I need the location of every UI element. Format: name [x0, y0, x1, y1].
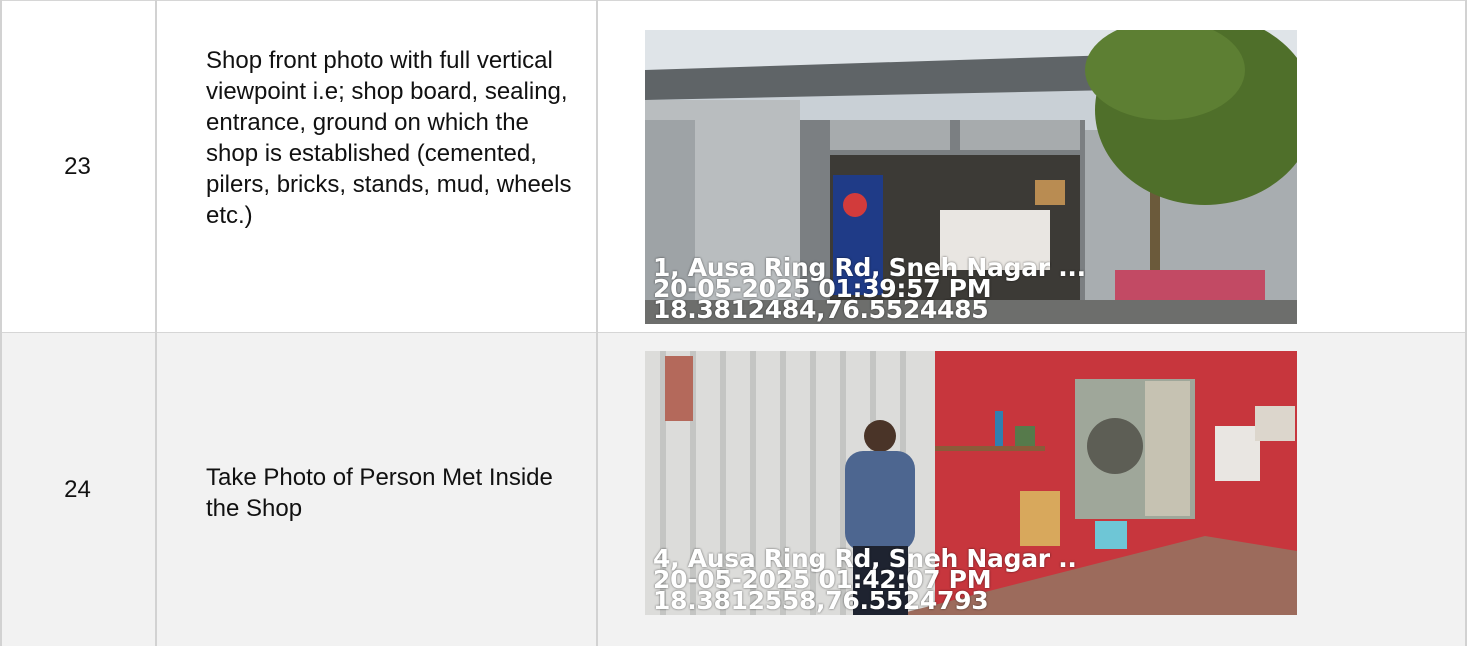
- photo-stamp: 1, Ausa Ring Rd, Sneh Nagar ... 20-05-20…: [653, 255, 1086, 324]
- table-border: [155, 0, 157, 646]
- row-description: Shop front photo with full vertical view…: [206, 47, 572, 229]
- table-row: 24 Take Photo of Person Met Inside the S…: [0, 332, 1467, 646]
- photo-coordinates: 18.3812484,76.5524485: [653, 295, 989, 324]
- photo-table: 23 Shop front photo with full vertical v…: [0, 0, 1467, 646]
- row-description: Take Photo of Person Met Inside the Shop: [206, 464, 553, 522]
- row-number: 24: [64, 476, 91, 503]
- person-met-photo: 4, Ausa Ring Rd, Sneh Nagar .. 20-05-202…: [645, 351, 1297, 615]
- photo-stamp: 4, Ausa Ring Rd, Sneh Nagar .. 20-05-202…: [653, 546, 1077, 615]
- table-border: [596, 0, 598, 646]
- table-border: [0, 0, 2, 646]
- photo-coordinates: 18.3812558,76.5524793: [653, 586, 989, 615]
- shop-front-photo: 1, Ausa Ring Rd, Sneh Nagar ... 20-05-20…: [645, 30, 1297, 324]
- row-number: 23: [64, 153, 91, 180]
- table-row: 23 Shop front photo with full vertical v…: [0, 0, 1467, 332]
